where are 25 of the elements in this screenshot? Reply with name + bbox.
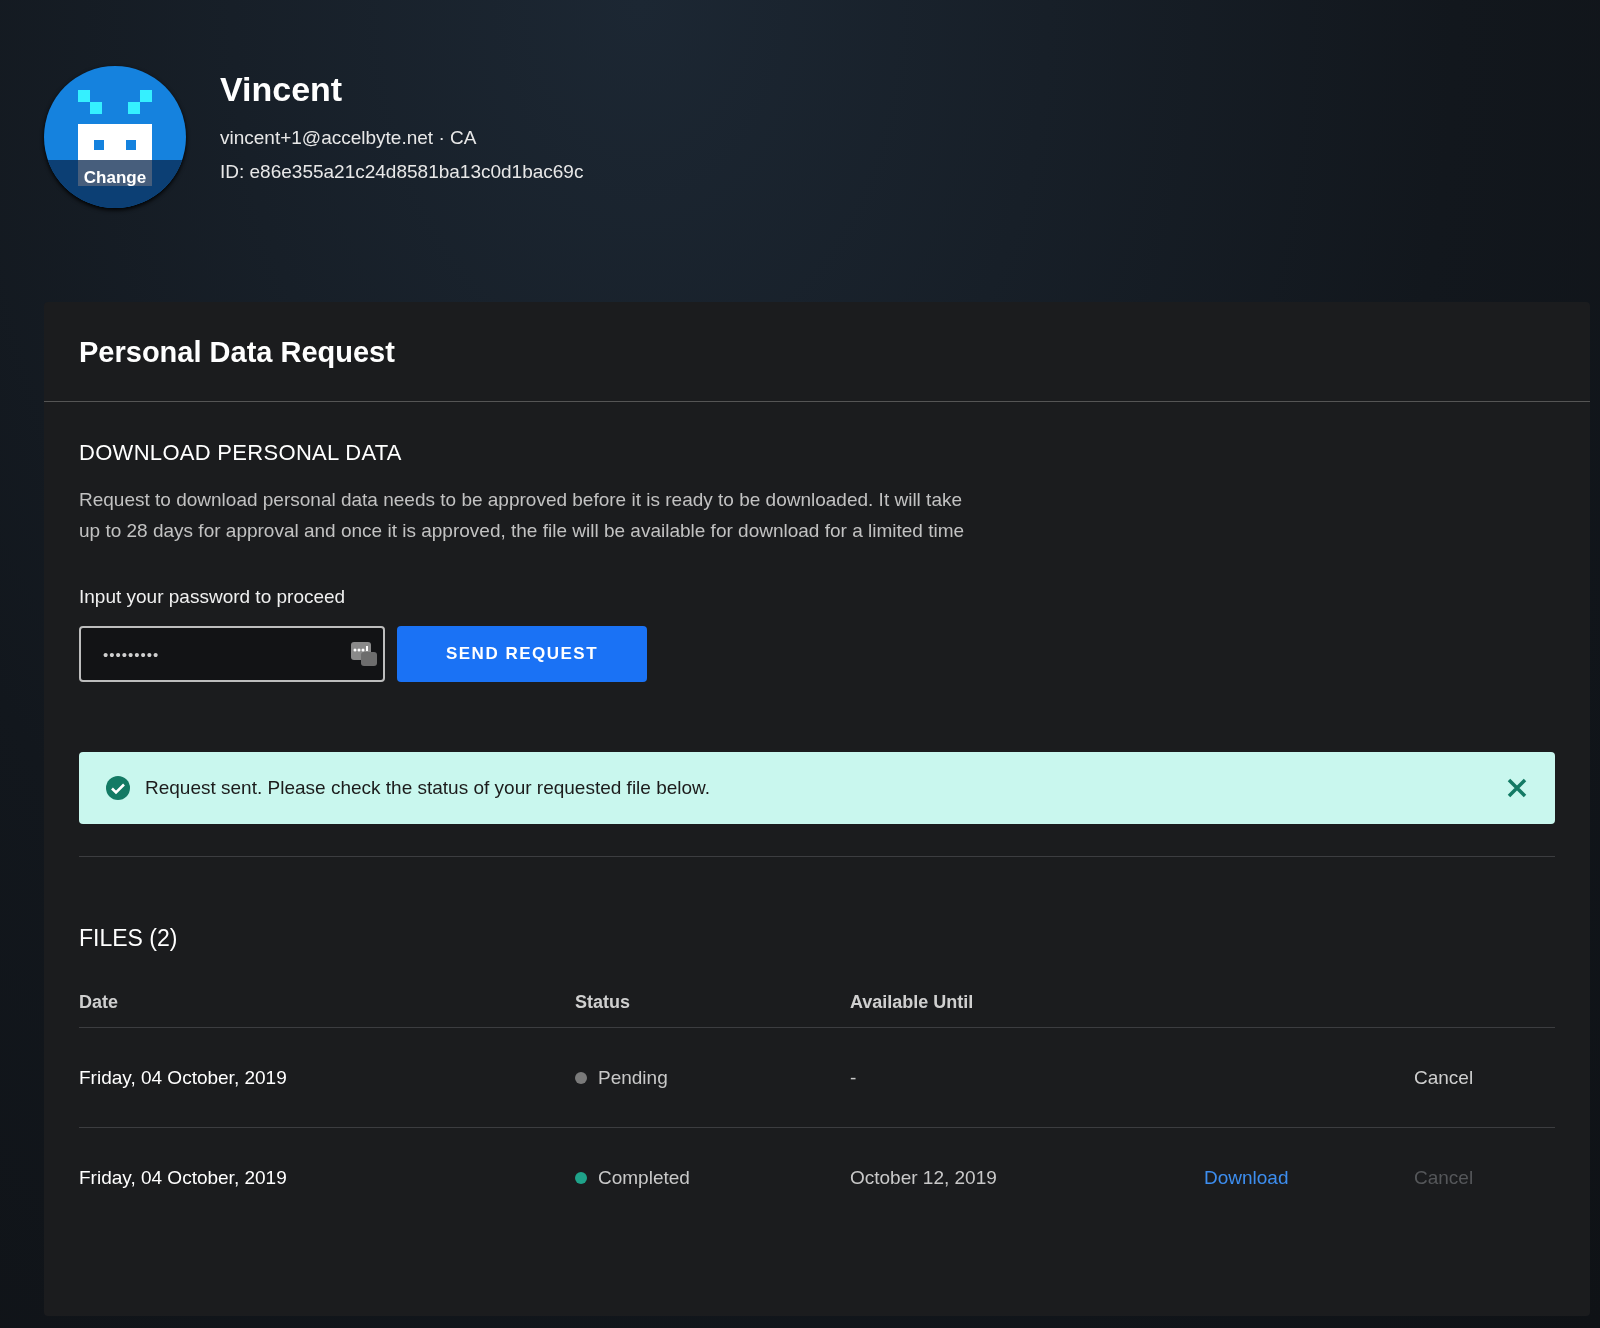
- download-link[interactable]: Download: [1204, 1167, 1289, 1189]
- description: Request to download personal data needs to be approved before it is ready to be downloaded. It will take up to 28 days for approval and once it is approved, the file will be available for download for a limited time: [79, 488, 966, 543]
- cancel-link[interactable]: Cancel: [1414, 1066, 1474, 1089]
- section-title: DOWNLOAD PERSONAL DATA: [79, 440, 403, 466]
- column-header: Available Until: [850, 992, 975, 1013]
- table-cell-text: October 12, 2019: [850, 1167, 998, 1189]
- status-text: Pending: [598, 1066, 668, 1089]
- send-request-button[interactable]: SEND REQUEST: [397, 626, 647, 682]
- alert-message: Request sent. Please check the status of your requested file below.: [145, 777, 712, 799]
- table-cell-text: Friday, 04 October, 2019: [79, 1167, 288, 1189]
- column-header: Status: [575, 992, 631, 1013]
- card-title: Personal Data Request: [44, 302, 1590, 402]
- table-cell-text: -: [850, 1066, 858, 1089]
- user-id: ID: e86e355a21c24d8581ba13c0d1bac69c: [220, 161, 584, 183]
- status-text: Completed: [598, 1167, 690, 1189]
- column-header: Date: [79, 992, 119, 1013]
- table-cell-text: Friday, 04 October, 2019: [79, 1066, 288, 1089]
- password-field[interactable]: •••••••••: [79, 626, 385, 682]
- password-label: Input your password to proceed: [79, 586, 347, 608]
- close-button[interactable]: [1507, 778, 1527, 798]
- user-email: vincent+1@accelbyte.net · CA: [220, 127, 478, 149]
- check-circle-icon: [105, 775, 131, 801]
- password-manager-icon: [351, 641, 377, 667]
- user-name: Vincent: [220, 70, 344, 109]
- files-title: FILES (2): [79, 925, 179, 952]
